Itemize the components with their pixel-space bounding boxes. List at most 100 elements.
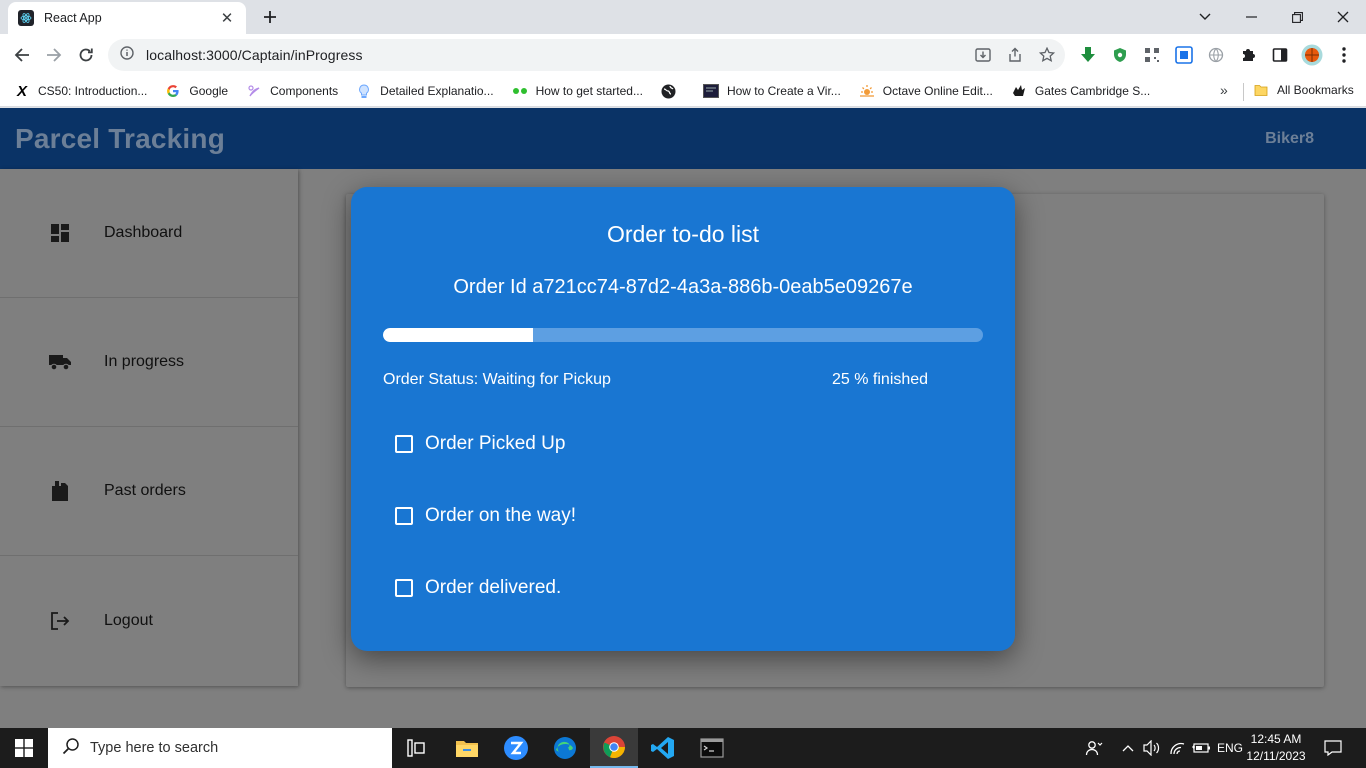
- tab-close-icon[interactable]: ✕: [218, 9, 236, 27]
- all-bookmarks-button[interactable]: All Bookmarks: [1253, 82, 1354, 98]
- bookmark-item[interactable]: Detailed Explanatio...: [356, 83, 494, 99]
- bookmarks-divider: [1243, 83, 1244, 101]
- profile-avatar-icon[interactable]: [1300, 43, 1324, 67]
- cs50-icon: X: [16, 82, 27, 100]
- folder-icon: [1253, 82, 1269, 98]
- windows-taskbar: Type here to search ENG 12:45 AM 12/11/2…: [0, 728, 1366, 768]
- google-icon: [165, 83, 181, 99]
- task-order-on-the-way[interactable]: Order on the way!: [395, 505, 576, 527]
- octave-icon: [859, 83, 875, 99]
- order-todo-modal: Order to-do list Order Id a721cc74-87d2-…: [351, 187, 1015, 651]
- percent-finished: 25 % finished: [832, 371, 929, 388]
- vscode-icon[interactable]: [639, 728, 687, 768]
- task-checkbox[interactable]: [395, 507, 413, 525]
- package-icon: [48, 479, 72, 503]
- bookmark-item[interactable]: How to Create a Vir...: [702, 83, 841, 99]
- task-checkbox[interactable]: [395, 579, 413, 597]
- address-bar[interactable]: localhost:3000/Captain/inProgress: [108, 39, 1065, 71]
- taskbar-clock[interactable]: 12:45 AM 12/11/2023: [1242, 731, 1310, 765]
- bulb-icon: [356, 83, 372, 99]
- sidebar-item-dashboard[interactable]: Dashboard: [0, 169, 298, 298]
- shield-extension-icon[interactable]: [1108, 43, 1132, 67]
- install-app-icon[interactable]: [973, 45, 993, 65]
- order-status: Order Status: Waiting for Pickup: [383, 371, 611, 388]
- tab-search-chevron-icon[interactable]: [1182, 4, 1228, 30]
- dashboard-icon: [48, 221, 72, 245]
- qr-extension-icon[interactable]: [1140, 43, 1164, 67]
- people-icon[interactable]: [1080, 728, 1108, 768]
- bookmark-item[interactable]: Components: [246, 83, 338, 99]
- sidebar-item-logout[interactable]: Logout: [0, 556, 298, 685]
- zoom-app-icon[interactable]: [492, 728, 540, 768]
- browser-tab[interactable]: React App ✕: [8, 2, 246, 34]
- restore-icon[interactable]: [1274, 4, 1320, 30]
- side-panel-icon[interactable]: [1268, 43, 1292, 67]
- globe-extension-icon[interactable]: [1204, 43, 1228, 67]
- clock-time: 12:45 AM: [1250, 732, 1302, 746]
- search-placeholder: Type here to search: [90, 740, 219, 756]
- globe-icon: [661, 83, 677, 99]
- puzzle-extensions-icon[interactable]: [1236, 43, 1260, 67]
- windows-start-icon[interactable]: [0, 728, 48, 768]
- modal-title: Order to-do list: [606, 221, 760, 247]
- edge-browser-icon[interactable]: [541, 728, 589, 768]
- terminal-icon[interactable]: [688, 728, 736, 768]
- bookmark-item[interactable]: X CS50: Introduction...: [14, 82, 147, 100]
- download-extension-icon[interactable]: [1076, 43, 1100, 67]
- bookmark-item[interactable]: Octave Online Edit...: [859, 83, 993, 99]
- share-icon[interactable]: [1005, 45, 1025, 65]
- menu-dots-icon[interactable]: [1332, 43, 1356, 67]
- sidebar-item-label: Past orders: [104, 482, 186, 499]
- components-icon: [246, 83, 262, 99]
- tab-title: React App: [44, 11, 102, 25]
- video-icon: [702, 83, 719, 99]
- tray-chevron-up-icon[interactable]: [1118, 728, 1138, 768]
- brand-title[interactable]: Parcel Tracking: [15, 123, 225, 155]
- dots-icon: [512, 83, 528, 99]
- site-info-icon[interactable]: [120, 45, 134, 65]
- logout-icon: [48, 609, 72, 633]
- sidebar: Dashboard In progress Past orders Logout: [0, 169, 298, 686]
- gates-icon: [1011, 83, 1027, 99]
- user-name[interactable]: Biker8: [1265, 130, 1314, 148]
- task-order-delivered[interactable]: Order delivered.: [395, 577, 561, 599]
- task-view-icon[interactable]: [392, 728, 440, 768]
- search-icon: [62, 737, 80, 760]
- reload-icon[interactable]: [72, 41, 100, 69]
- task-label: Order Picked Up: [425, 433, 566, 454]
- order-id: Order Id a721cc74-87d2-4a3a-886b-0eab5e0…: [453, 276, 913, 298]
- task-label: Order delivered.: [425, 577, 562, 598]
- battery-icon[interactable]: [1190, 728, 1212, 768]
- task-order-picked-up[interactable]: Order Picked Up: [395, 433, 565, 455]
- file-explorer-icon[interactable]: [443, 728, 491, 768]
- sidebar-item-past-orders[interactable]: Past orders: [0, 427, 298, 556]
- bookmark-star-icon[interactable]: [1037, 45, 1057, 65]
- more-bookmarks-button[interactable]: »: [1220, 82, 1228, 98]
- sidebar-item-in-progress[interactable]: In progress: [0, 298, 298, 427]
- minimize-icon[interactable]: [1228, 4, 1274, 30]
- screenshot-extension-icon[interactable]: [1172, 43, 1196, 67]
- bookmark-item[interactable]: Gates Cambridge S...: [1011, 83, 1150, 99]
- taskbar-search-box[interactable]: Type here to search: [48, 728, 392, 768]
- volume-icon[interactable]: [1142, 728, 1162, 768]
- new-tab-icon[interactable]: [258, 5, 282, 29]
- sidebar-item-label: Logout: [104, 611, 153, 629]
- order-progress-fill: [383, 328, 533, 342]
- bookmark-item[interactable]: Google: [165, 83, 228, 99]
- browser-tabstrip: React App ✕: [0, 0, 1366, 34]
- bookmarks-bar: X CS50: Introduction... Google Component…: [0, 76, 1366, 107]
- task-checkbox[interactable]: [395, 435, 413, 453]
- app-viewport: Parcel Tracking Biker8 Dashboard In prog…: [0, 108, 1366, 728]
- sidebar-item-label: Dashboard: [104, 224, 183, 241]
- app-header: Parcel Tracking Biker8: [0, 108, 1366, 169]
- bookmark-item[interactable]: How to get started...: [512, 83, 643, 99]
- browser-toolbar: localhost:3000/Captain/inProgress: [0, 34, 1366, 76]
- chrome-browser-icon[interactable]: [590, 728, 638, 768]
- order-progress-bar: [383, 328, 983, 342]
- close-window-icon[interactable]: [1320, 4, 1366, 30]
- notifications-icon[interactable]: [1320, 728, 1346, 768]
- forward-icon[interactable]: [40, 41, 68, 69]
- back-icon[interactable]: [8, 41, 36, 69]
- bookmark-item[interactable]: [661, 83, 685, 99]
- wifi-icon[interactable]: [1168, 728, 1188, 768]
